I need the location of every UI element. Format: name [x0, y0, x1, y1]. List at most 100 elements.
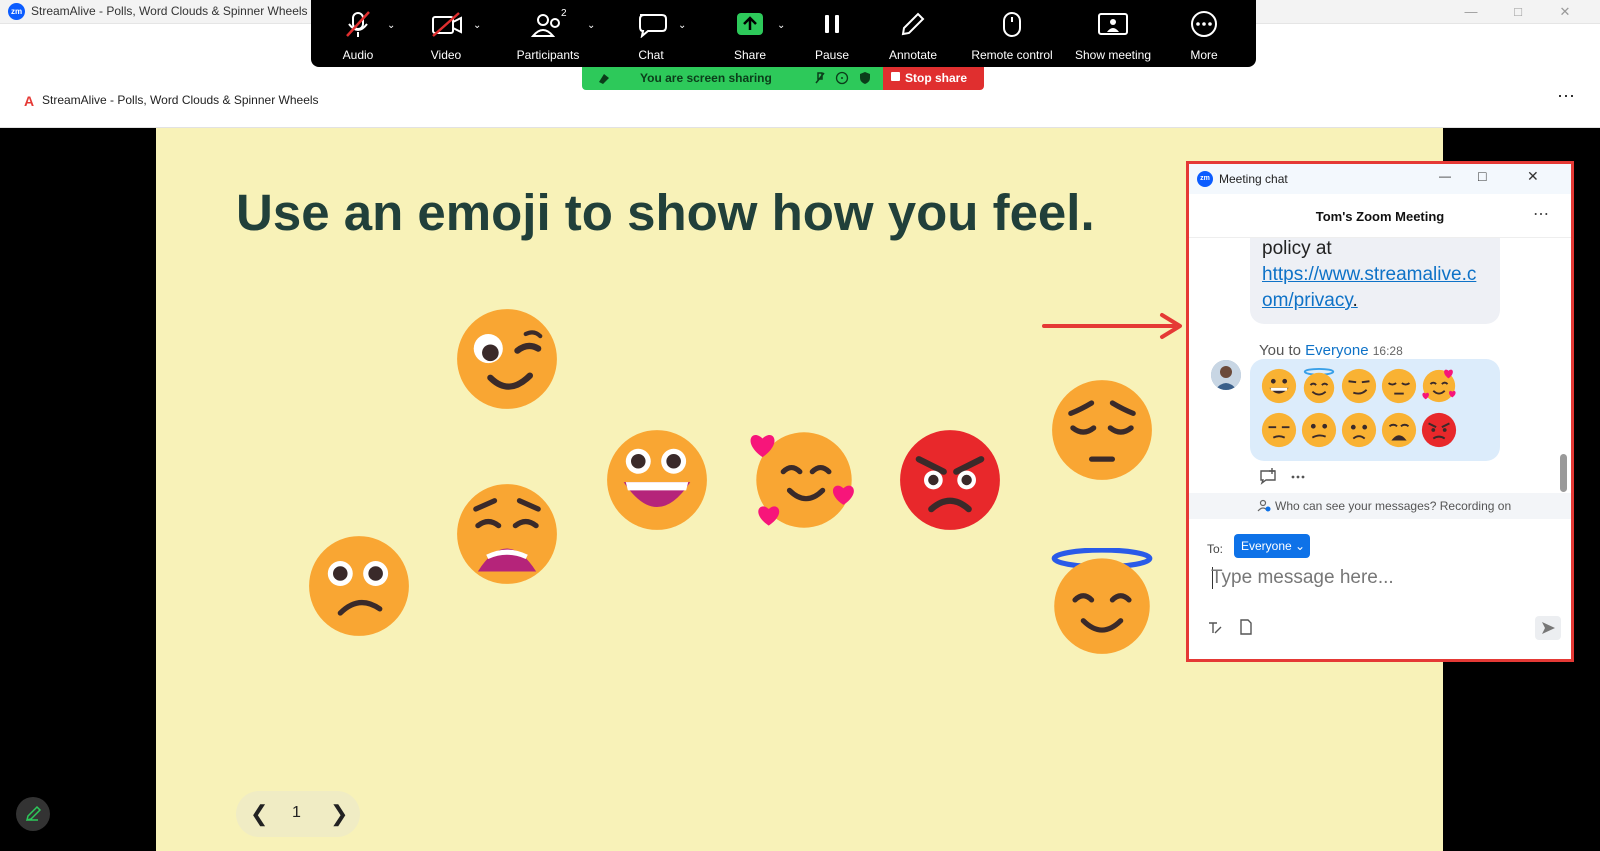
format-text-icon[interactable]: [1207, 620, 1223, 636]
screen-sharing-text: You are screen sharing: [640, 71, 772, 85]
screen-sharing-banner: You are screen sharing: [582, 67, 883, 90]
pensive-small-emoji: [1381, 368, 1417, 404]
chat-scrollbar[interactable]: [1560, 454, 1567, 492]
halo-emoji: [1051, 548, 1153, 654]
security-shield-icon[interactable]: [858, 71, 872, 85]
chat-icon: [639, 14, 667, 38]
stop-icon: [891, 72, 900, 81]
user-avatar-icon: [1211, 360, 1241, 390]
audio-button[interactable]: ⌄ Audio: [323, 0, 395, 67]
chat-close-icon[interactable]: ✕: [1527, 168, 1539, 185]
stop-share-button[interactable]: Stop share: [883, 67, 984, 90]
next-slide-icon[interactable]: ❯: [330, 801, 348, 827]
os-window-title: StreamAlive - Polls, Word Clouds & Spinn…: [31, 4, 308, 18]
sender-prefix: You to: [1259, 342, 1301, 359]
privacy-link[interactable]: https://www.streamalive.c: [1262, 264, 1476, 286]
audio-options-caret[interactable]: ⌄: [387, 20, 395, 31]
chat-more-icon[interactable]: ⋯: [1533, 204, 1550, 224]
info-icon[interactable]: [835, 71, 849, 85]
confused-emoji: [309, 536, 409, 636]
share-button[interactable]: ⌄ Share: [715, 0, 785, 67]
grin-emoji: [607, 430, 707, 530]
more-actions-icon: [1291, 475, 1305, 479]
remote-control-button[interactable]: Remote control: [964, 0, 1060, 67]
share-screen-icon: [737, 13, 763, 35]
smiling-hearts-small-emoji: [1422, 369, 1456, 403]
weary-emoji: [457, 484, 557, 584]
people-lock-icon: [1257, 499, 1271, 512]
chat-button[interactable]: ⌄ Chat: [616, 0, 686, 67]
mic-muted-small-icon[interactable]: [813, 71, 827, 85]
more-icon: [1191, 11, 1217, 37]
meeting-title: Tom's Zoom Meeting: [1315, 209, 1445, 224]
annotate-pencil-button[interactable]: [16, 797, 50, 831]
tab-title: StreamAlive - Polls, Word Clouds & Spinn…: [42, 93, 319, 107]
minimize-icon[interactable]: —: [1448, 0, 1494, 24]
send-icon: [1542, 622, 1555, 634]
show-meeting-button[interactable]: Show meeting: [1069, 0, 1157, 67]
participants-count: 2: [561, 8, 567, 19]
pensive-emoji: [1052, 380, 1152, 480]
chevron-down-icon: ⌄: [1295, 539, 1306, 553]
chat-message-bubble: policy at https://www.streamalive.c om/p…: [1250, 238, 1500, 324]
unamused-emoji: [1261, 412, 1297, 448]
pause-share-button[interactable]: Pause: [797, 0, 867, 67]
prev-slide-icon[interactable]: ❮: [250, 801, 268, 827]
sender-recipient: Everyone: [1305, 342, 1369, 359]
angry-small-emoji: [1421, 412, 1457, 448]
annotate-pen-icon: [901, 12, 925, 36]
more-options-icon[interactable]: ⋯: [1557, 86, 1576, 107]
smiling-halo-emoji: [1303, 367, 1335, 404]
participants-icon: [530, 14, 560, 37]
message-text: policy at: [1262, 238, 1332, 259]
video-off-icon: [432, 12, 462, 37]
close-icon[interactable]: ✕: [1542, 0, 1588, 24]
message-time: 16:28: [1372, 344, 1403, 358]
chat-maximize-icon[interactable]: □: [1478, 168, 1486, 184]
zoom-logo-icon: zm: [1197, 171, 1213, 187]
chat-minimize-icon[interactable]: —: [1439, 169, 1451, 183]
show-meeting-icon: [1098, 13, 1128, 35]
annotate-button[interactable]: Annotate: [873, 0, 953, 67]
microphone-muted-icon: [346, 11, 370, 37]
wink-emoji: [457, 309, 557, 409]
confused-small-emoji: [1301, 412, 1337, 448]
participants-options-caret[interactable]: ⌄: [587, 20, 595, 31]
message-sender-line: You to Everyone 16:28: [1259, 342, 1403, 359]
message-visibility-notice[interactable]: Who can see your messages? Recording on: [1189, 493, 1571, 519]
participants-button[interactable]: 2 ⌄ Participants: [503, 0, 596, 67]
mouse-icon: [1003, 12, 1021, 37]
reply-icon: [1260, 468, 1276, 485]
slide-page-number: 1: [292, 804, 301, 821]
pencil-icon: [25, 805, 42, 822]
emoji-message-bubble: [1250, 359, 1500, 461]
angry-emoji: [900, 430, 1000, 530]
worried-emoji: [1341, 412, 1377, 448]
chat-title-bar: zm Meeting chat — □ ✕: [1189, 164, 1571, 194]
send-button[interactable]: [1535, 616, 1561, 640]
slide-title: Use an emoji to show how you feel.: [236, 184, 1095, 241]
pause-icon: [825, 15, 839, 33]
to-label: To:: [1207, 542, 1224, 556]
recipient-dropdown[interactable]: Everyone ⌄: [1234, 534, 1310, 558]
file-icon[interactable]: [1239, 619, 1253, 635]
red-arrow-annotation: [1042, 313, 1182, 339]
privacy-link-continued[interactable]: om/privacy.: [1262, 290, 1358, 312]
video-options-caret[interactable]: ⌄: [473, 20, 481, 31]
maximize-icon[interactable]: □: [1495, 0, 1541, 24]
more-button[interactable]: More: [1169, 0, 1239, 67]
chat-options-caret[interactable]: ⌄: [678, 20, 686, 31]
smiling-with-hearts-emoji: [750, 432, 854, 528]
meeting-chat-window: zm Meeting chat — □ ✕ Tom's Zoom Meeting…: [1186, 161, 1574, 662]
sharing-indicator-icon: [599, 74, 609, 84]
zoom-meeting-toolbar: ⌄ Audio ⌄ Video 2 ⌄ Participants ⌄ Chat …: [311, 0, 1256, 67]
grinning-emoji: [1261, 368, 1297, 404]
video-button[interactable]: ⌄ Video: [411, 0, 481, 67]
slide-pager: ❮ 1 ❯: [236, 791, 360, 837]
share-options-caret[interactable]: ⌄: [777, 20, 785, 31]
streamalive-logo: A: [24, 93, 35, 109]
message-input[interactable]: [1211, 562, 1556, 594]
smirking-emoji: [1341, 368, 1377, 404]
avatar[interactable]: [1211, 360, 1241, 390]
weary-small-emoji: [1381, 412, 1417, 448]
